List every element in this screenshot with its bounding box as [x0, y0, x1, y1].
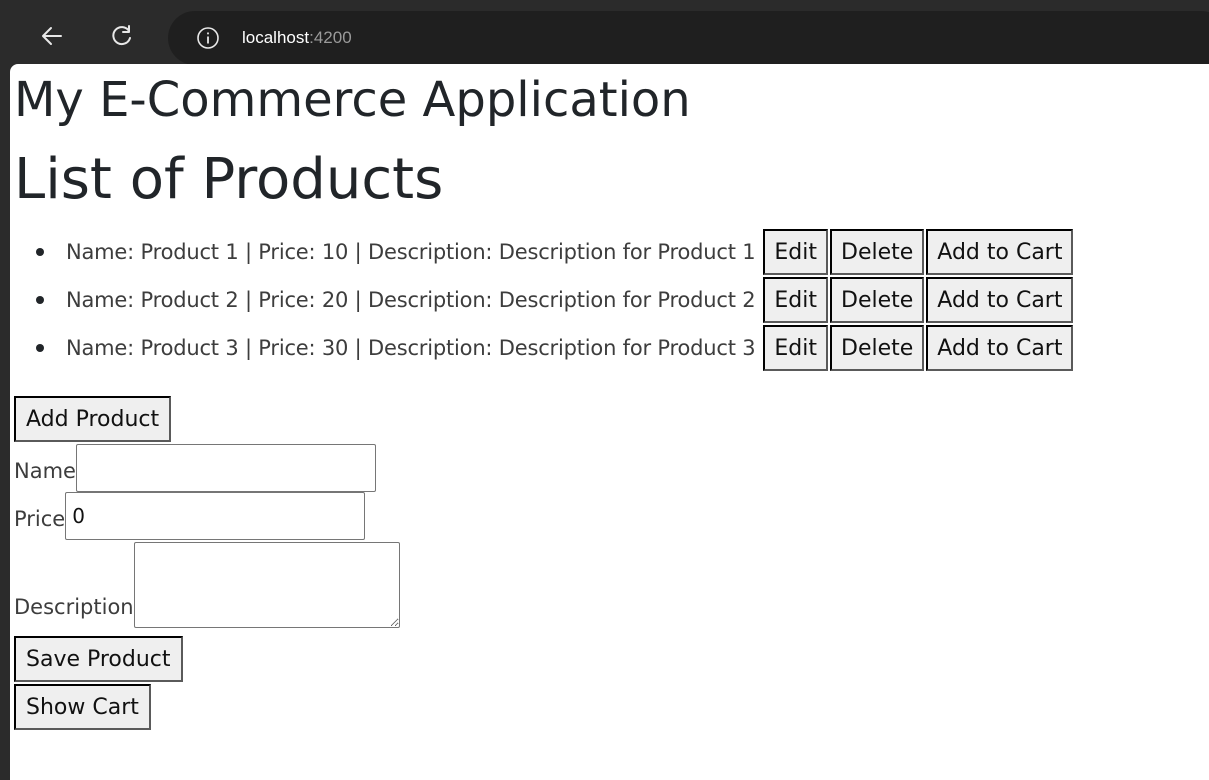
address-bar[interactable]: localhost:4200: [168, 11, 1209, 65]
back-button[interactable]: [34, 18, 70, 54]
reload-icon: [112, 25, 131, 46]
add-to-cart-button[interactable]: Add to Cart: [926, 325, 1074, 371]
back-arrow-icon: [42, 27, 62, 45]
product-item: Name: Product 1 | Price: 10 | Descriptio…: [36, 228, 1074, 276]
bullet-icon: [36, 248, 44, 256]
page-viewport: My E-Commerce Application List of Produc…: [10, 64, 1209, 780]
product-item: Name: Product 2 | Price: 20 | Descriptio…: [36, 276, 1074, 324]
product-text: Name: Product 3 | Price: 30 | Descriptio…: [66, 336, 756, 360]
url-port: :4200: [309, 28, 352, 47]
add-to-cart-button[interactable]: Add to Cart: [926, 229, 1074, 275]
add-product-button[interactable]: Add Product: [14, 396, 172, 442]
description-field[interactable]: [133, 542, 400, 628]
delete-button[interactable]: Delete: [830, 229, 925, 275]
delete-button[interactable]: Delete: [830, 277, 925, 323]
price-label: Price: [14, 507, 66, 531]
name-row: Name: [14, 444, 376, 492]
save-product-button[interactable]: Save Product: [14, 636, 183, 682]
product-list: Name: Product 1 | Price: 10 | Descriptio…: [10, 228, 1074, 372]
add-to-cart-button[interactable]: Add to Cart: [926, 277, 1074, 323]
app-title: My E-Commerce Application: [14, 72, 691, 128]
info-icon[interactable]: [196, 26, 220, 50]
price-row: Price: [14, 492, 366, 540]
description-label: Description: [14, 595, 134, 619]
edit-button[interactable]: Edit: [763, 229, 828, 275]
product-item: Name: Product 3 | Price: 30 | Descriptio…: [36, 324, 1074, 372]
edit-button[interactable]: Edit: [763, 325, 828, 371]
url-host: localhost: [242, 28, 310, 47]
delete-button[interactable]: Delete: [830, 325, 925, 371]
reload-button[interactable]: [104, 18, 140, 54]
show-cart-button[interactable]: Show Cart: [14, 684, 151, 730]
bullet-icon: [36, 296, 44, 304]
list-title: List of Products: [14, 147, 444, 212]
description-row: Description: [14, 540, 400, 628]
product-text: Name: Product 1 | Price: 10 | Descriptio…: [66, 240, 756, 264]
bullet-icon: [36, 344, 44, 352]
name-label: Name: [14, 459, 76, 483]
name-field[interactable]: [75, 444, 376, 492]
price-field[interactable]: [65, 492, 366, 540]
edit-button[interactable]: Edit: [763, 277, 828, 323]
product-text: Name: Product 2 | Price: 20 | Descriptio…: [66, 288, 756, 312]
